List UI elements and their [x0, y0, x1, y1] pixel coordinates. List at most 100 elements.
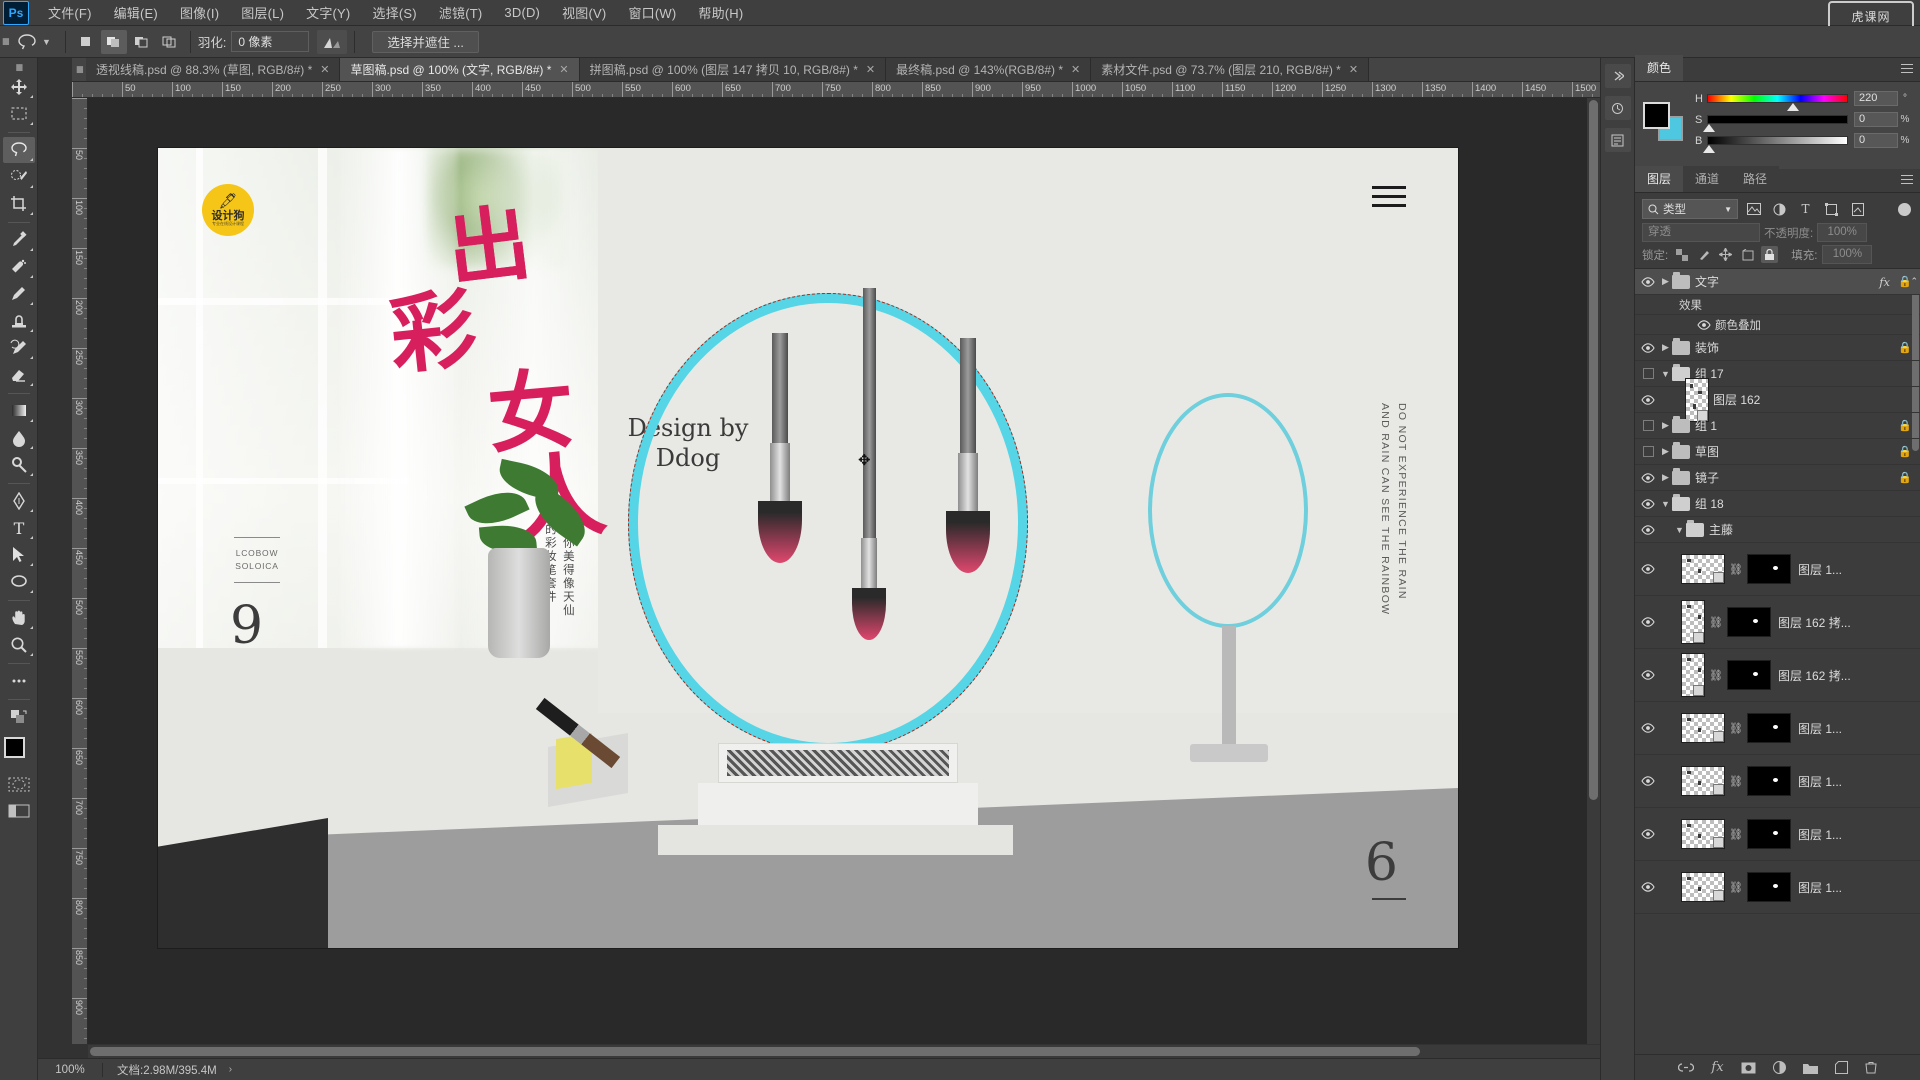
layer-row[interactable]: ⛓ 图层 162 拷... — [1635, 649, 1920, 702]
layer-effect-item[interactable]: 颜色叠加 — [1635, 315, 1920, 335]
slider-thumb[interactable] — [1703, 145, 1716, 153]
effect-visibility-icon[interactable] — [1693, 319, 1715, 330]
edit-toolbar-tool[interactable] — [3, 668, 35, 694]
layer-row[interactable]: ▶ 文字 fx 🔒 ⌃ — [1635, 269, 1920, 295]
pixel-filter-icon[interactable] — [1743, 199, 1764, 219]
slider-track[interactable] — [1703, 136, 1848, 153]
layer-visibility-icon[interactable] — [1637, 524, 1659, 535]
layer-thumbnail[interactable] — [1681, 600, 1705, 644]
slider-value-input[interactable]: 0 — [1854, 112, 1898, 127]
layer-visibility-icon[interactable] — [1637, 342, 1659, 353]
layer-lock-icon[interactable]: 🔒 — [1898, 419, 1912, 432]
layer-visibility-icon[interactable] — [1637, 498, 1659, 509]
document-tab-2[interactable]: 拼图稿.psd @ 100% (图层 147 拷贝 10, RGB/8#) * ✕ — [579, 58, 887, 81]
layer-row[interactable]: ▼ 主藤 — [1635, 517, 1920, 543]
fill-input[interactable]: 100% — [1822, 245, 1873, 264]
layer-visibility-icon[interactable] — [1637, 276, 1659, 287]
blur-tool[interactable] — [3, 425, 35, 451]
new-layer-icon[interactable] — [1834, 1061, 1848, 1074]
horizontal-type-tool[interactable]: T — [3, 515, 35, 541]
layer-row[interactable]: ▼ 组 18 — [1635, 491, 1920, 517]
layer-lock-icon[interactable]: 🔒 — [1898, 445, 1912, 458]
layer-row[interactable]: ⛓ 图层 1... — [1635, 702, 1920, 755]
color-swatches[interactable] — [2, 737, 36, 769]
layer-visibility-icon[interactable] — [1637, 882, 1659, 892]
new-group-icon[interactable] — [1802, 1062, 1818, 1074]
lock-image-icon[interactable] — [1695, 246, 1712, 263]
mask-link-icon[interactable]: ⛓ — [1709, 669, 1723, 682]
lock-transparent-icon[interactable] — [1673, 246, 1690, 263]
chevron-up-icon[interactable]: ⌃ — [1910, 276, 1918, 287]
chevron-right-icon[interactable]: ▶ — [1659, 446, 1672, 457]
layer-row[interactable]: 图层 162 — [1635, 377, 1920, 422]
layer-mask-thumbnail[interactable] — [1727, 660, 1771, 690]
canvas-horizontal-scrollbar[interactable] — [88, 1045, 1600, 1058]
layer-effects-header[interactable]: 效果 — [1635, 295, 1920, 315]
close-icon[interactable]: ✕ — [866, 63, 875, 76]
layer-visibility-icon[interactable] — [1637, 420, 1659, 431]
close-icon[interactable]: ✕ — [559, 63, 568, 76]
zoom-level-input[interactable]: 100% — [38, 1064, 102, 1076]
document-tab-4[interactable]: 素材文件.psd @ 73.7% (图层 210, RGB/8#) * ✕ — [1091, 58, 1370, 81]
menu-item-3[interactable]: 图层(L) — [230, 0, 295, 25]
mask-link-icon[interactable]: ⛓ — [1729, 722, 1743, 735]
layer-thumbnail[interactable] — [1681, 554, 1725, 584]
slider-track[interactable] — [1707, 94, 1848, 111]
expand-panels-icon[interactable] — [1604, 64, 1631, 88]
lasso-tool[interactable] — [2, 137, 35, 163]
tool-preset-picker[interactable]: ▼ — [10, 33, 58, 51]
tools-panel-grip[interactable]: ▮▮ — [16, 62, 24, 74]
slider-thumb[interactable] — [1703, 124, 1716, 132]
smart-object-filter-icon[interactable] — [1847, 199, 1868, 219]
layer-row[interactable]: ⛓ 图层 1... — [1635, 861, 1920, 914]
layer-filter-select[interactable]: 类型 ▼ — [1642, 199, 1738, 219]
canvas-area[interactable]: 🖋 设计狗 专业在线设计课程 出 彩 女 人 Design by Ddog 让你… — [88, 98, 1600, 1044]
brush-tool[interactable] — [3, 281, 35, 307]
chevron-right-icon[interactable]: ▶ — [1659, 342, 1672, 353]
mask-link-icon[interactable]: ⛓ — [1729, 775, 1743, 788]
layer-row[interactable]: ▶ 组 1 🔒 — [1635, 413, 1920, 439]
layer-thumbnail[interactable] — [1681, 819, 1725, 849]
properties-panel-icon[interactable] — [1604, 128, 1631, 152]
chevron-right-icon[interactable]: ▶ — [1659, 276, 1672, 287]
layer-visibility-icon[interactable] — [1637, 776, 1659, 786]
new-selection-button[interactable] — [73, 30, 99, 54]
layer-row[interactable]: ▶ 装饰 🔒 — [1635, 335, 1920, 361]
quick-mask-mode-icon[interactable] — [4, 773, 34, 795]
type-filter-icon[interactable]: T — [1795, 199, 1816, 219]
layer-effects-icon[interactable]: fx — [1879, 275, 1890, 289]
mask-link-icon[interactable]: ⛓ — [1729, 563, 1743, 576]
lock-all-icon[interactable] — [1761, 246, 1779, 263]
artboard[interactable]: 🖋 设计狗 专业在线设计课程 出 彩 女 人 Design by Ddog 让你… — [158, 148, 1458, 948]
tab-paths[interactable]: 路径 — [1731, 166, 1780, 192]
document-tab-1[interactable]: 草图稿.psd @ 100% (文字, RGB/8#) * ✕ — [340, 58, 580, 81]
filter-toggle-switch[interactable] — [1898, 202, 1911, 216]
menu-item-2[interactable]: 图像(I) — [169, 0, 230, 25]
menu-item-6[interactable]: 滤镜(T) — [428, 0, 494, 25]
lock-position-icon[interactable] — [1717, 246, 1734, 263]
layer-row[interactable]: ▶ 镜子 🔒 — [1635, 465, 1920, 491]
gradient-tool[interactable] — [3, 398, 35, 424]
layer-lock-icon[interactable]: 🔒 — [1898, 341, 1912, 354]
document-tab-3[interactable]: 最终稿.psd @ 143%(RGB/8#) * ✕ — [886, 58, 1092, 81]
hand-tool[interactable] — [3, 605, 35, 631]
add-to-selection-button[interactable] — [100, 29, 127, 54]
mask-link-icon[interactable]: ⛓ — [1729, 881, 1743, 894]
close-icon[interactable]: ✕ — [1349, 63, 1358, 76]
layers-panel-menu-icon[interactable] — [1901, 175, 1913, 187]
mask-link-icon[interactable]: ⛓ — [1729, 828, 1743, 841]
feather-input[interactable]: 0 像素 — [231, 31, 310, 52]
layer-visibility-icon[interactable] — [1637, 617, 1659, 627]
menu-item-0[interactable]: 文件(F) — [37, 0, 103, 25]
move-tool[interactable] — [3, 74, 35, 100]
blend-mode-select[interactable]: 穿透 — [1642, 223, 1760, 242]
layer-lock-icon[interactable]: 🔒 — [1898, 471, 1912, 484]
screen-mode-icon[interactable] — [4, 799, 34, 821]
menu-item-8[interactable]: 视图(V) — [551, 0, 617, 25]
layer-row[interactable]: ⛓ 图层 1... — [1635, 808, 1920, 861]
menu-item-9[interactable]: 窗口(W) — [617, 0, 687, 25]
chevron-down-icon[interactable]: ▼ — [1659, 369, 1672, 379]
layer-visibility-icon[interactable] — [1637, 394, 1659, 405]
close-icon[interactable]: ✕ — [1071, 63, 1080, 76]
layer-visibility-icon[interactable] — [1637, 670, 1659, 680]
